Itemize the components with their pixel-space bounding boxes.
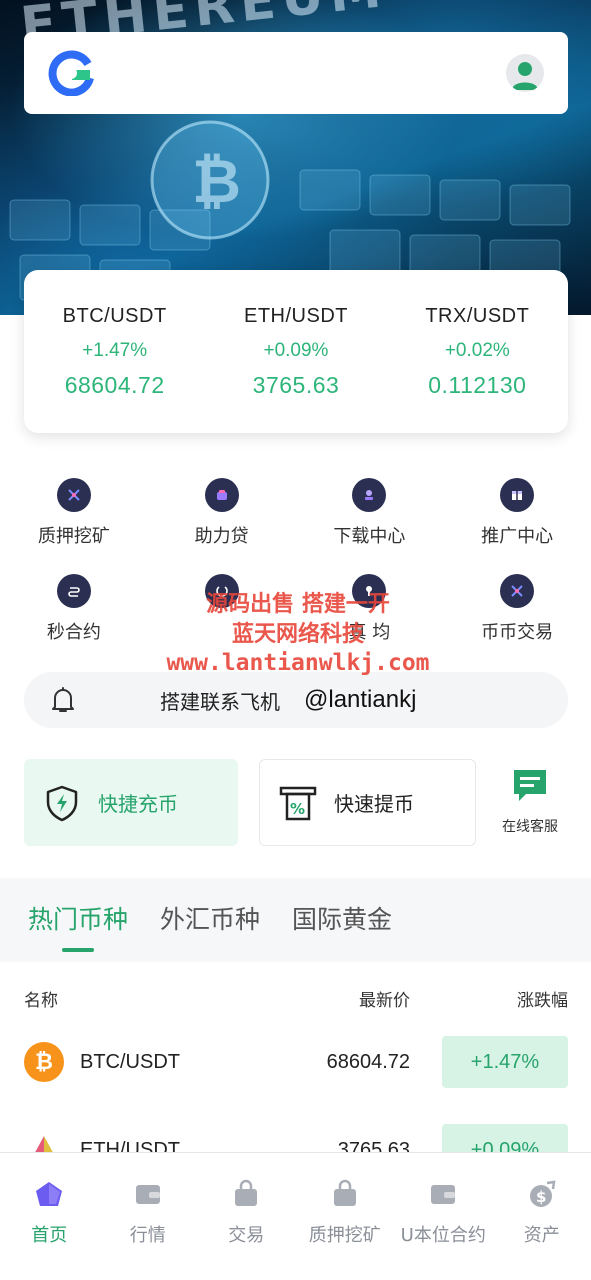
- ticker-price: 68604.72: [64, 371, 165, 398]
- header-price: 最新价: [359, 991, 410, 1011]
- ticker-change: +1.47%: [82, 339, 148, 361]
- menu-item-coin-exchange[interactable]: 币币交易: [443, 574, 591, 670]
- row-pair: BTC/USDT: [80, 1050, 180, 1073]
- svg-text:₿: ₿: [192, 147, 241, 217]
- bell-icon: [52, 687, 74, 712]
- notice-bar[interactable]: 搭建联系飞机 @lantiankj: [24, 672, 568, 728]
- market-tabs: 热门币种 外汇币种 国际黄金: [28, 900, 424, 952]
- nav-label: 资产: [523, 1225, 560, 1246]
- download-icon: [352, 478, 387, 512]
- nav-market[interactable]: 行情: [99, 1153, 198, 1280]
- notice-handle: @lantiankj: [304, 686, 417, 713]
- contract-icon: [56, 574, 91, 608]
- nav-staking[interactable]: 质押挖矿: [296, 1153, 395, 1280]
- menu-label: 秒合约: [46, 622, 101, 643]
- quick-withdraw-button[interactable]: % 快速提币: [259, 759, 476, 846]
- menu-label: 真 均: [348, 622, 391, 643]
- menu-label: 推广中心: [481, 526, 554, 547]
- menu-label: 助力贷: [194, 526, 249, 547]
- menu-item-hidden[interactable]: [148, 574, 296, 670]
- nav-label: 首页: [31, 1225, 68, 1246]
- quick-charge-button[interactable]: 快捷充币: [24, 759, 238, 846]
- menu-item-second-contract[interactable]: 秒合约: [0, 574, 148, 670]
- svg-text:%: %: [290, 800, 305, 818]
- svg-text:$: $: [536, 1188, 546, 1206]
- ticker-item[interactable]: BTC/USDT +1.47% 68604.72: [30, 305, 200, 399]
- row-price: 68604.72: [326, 1050, 410, 1073]
- ticker-pair: BTC/USDT: [62, 304, 167, 327]
- active-tab-indicator: [62, 948, 94, 952]
- ticker-item[interactable]: TRX/USDT +0.02% 0.112130: [392, 305, 562, 399]
- shield-icon: [46, 785, 78, 821]
- nav-assets[interactable]: $ 资产: [493, 1153, 591, 1280]
- wallet-icon: [431, 1185, 456, 1204]
- nav-home[interactable]: 首页: [0, 1153, 99, 1280]
- bag-icon: [333, 1179, 356, 1206]
- exchange-icon: [500, 574, 535, 608]
- btc-icon: ₿: [24, 1042, 64, 1082]
- ticker-price: 0.112130: [428, 371, 527, 398]
- menu-item-promotion[interactable]: 推广中心: [443, 478, 591, 574]
- coin-bag-icon: $: [529, 1180, 556, 1207]
- header-change: 涨跌幅: [517, 991, 568, 1011]
- menu-item-futures[interactable]: 真 均: [296, 574, 444, 670]
- home-icon: [36, 1182, 63, 1206]
- ticker-change: +0.02%: [444, 339, 510, 361]
- user-avatar[interactable]: [506, 54, 544, 92]
- nav-label: 交易: [228, 1225, 265, 1246]
- wallet-icon: [135, 1185, 160, 1204]
- ticker-pair: ETH/USDT: [243, 304, 348, 327]
- menu-item-mining[interactable]: 质押挖矿: [0, 478, 148, 574]
- nav-label: U本位合约: [400, 1225, 486, 1246]
- bag-icon: [235, 1179, 258, 1206]
- app-logo-icon[interactable]: [48, 50, 94, 96]
- nav-label: 行情: [129, 1225, 166, 1246]
- loan-icon: [204, 478, 239, 512]
- tab-hot-coins[interactable]: 热门币种: [28, 900, 128, 936]
- ticker-pair: TRX/USDT: [425, 304, 530, 327]
- menu-item-download[interactable]: 下载中心: [296, 478, 444, 574]
- ticker-item[interactable]: ETH/USDT +0.09% 3765.63: [211, 305, 381, 399]
- feature-menu: 质押挖矿 助力贷 下载中心 推广中心 秒合约 真 均 币币交易: [0, 478, 591, 670]
- online-service-button[interactable]: 在线客服: [496, 766, 564, 836]
- menu-label: 质押挖矿: [37, 526, 110, 547]
- ticker-change: +0.09%: [263, 339, 329, 361]
- nav-u-contract[interactable]: U本位合约: [394, 1153, 493, 1280]
- quick-charge-label: 快捷充币: [98, 792, 178, 816]
- gift-icon: [500, 478, 535, 512]
- mining-icon: [56, 478, 91, 512]
- atm-icon: %: [279, 786, 317, 820]
- quick-withdraw-label: 快速提币: [334, 792, 414, 816]
- chat-icon: [514, 770, 546, 801]
- tab-gold[interactable]: 国际黄金: [292, 900, 392, 936]
- nav-trade[interactable]: 交易: [197, 1153, 296, 1280]
- market-table-header: 名称 最新价 涨跌幅: [24, 986, 568, 1011]
- top-bar: [24, 32, 568, 114]
- online-service-label: 在线客服: [502, 819, 558, 835]
- menu-label: 下载中心: [333, 526, 406, 547]
- header-name: 名称: [24, 991, 58, 1011]
- chart-icon: [204, 574, 239, 608]
- notice-text: 搭建联系飞机: [160, 689, 280, 714]
- menu-item-loan[interactable]: 助力贷: [148, 478, 296, 574]
- pin-icon: [352, 574, 387, 608]
- nav-label: 质押挖矿: [308, 1225, 381, 1246]
- bottom-nav: 首页 行情 交易 质押挖矿 U本位合约 $ 资产: [0, 1152, 591, 1280]
- tab-forex[interactable]: 外汇币种: [160, 900, 260, 936]
- ticker-card: BTC/USDT +1.47% 68604.72 ETH/USDT +0.09%…: [24, 270, 568, 433]
- table-row[interactable]: ₿ BTC/USDT 68604.72 +1.47%: [24, 1036, 568, 1088]
- menu-label: 币币交易: [481, 622, 554, 643]
- ticker-price: 3765.63: [252, 371, 340, 398]
- user-icon: [512, 62, 538, 90]
- row-change: +1.47%: [442, 1036, 568, 1088]
